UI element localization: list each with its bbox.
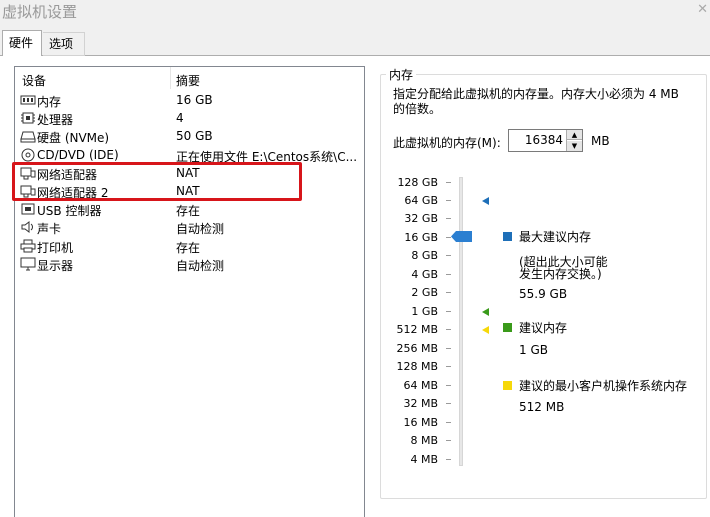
device-name: CD/DVD (IDE) xyxy=(37,147,119,162)
column-divider[interactable] xyxy=(170,67,171,89)
scale-tick xyxy=(446,440,451,441)
device-summary: 16 GB xyxy=(176,93,213,107)
scale-label: 32 MB xyxy=(403,397,438,410)
device-list[interactable]: 设备 摘要 内存 16 GB 处理器 4 硬盘 (NVMe) 50 GB CD/… xyxy=(14,66,365,517)
device-name: 内存 xyxy=(37,95,62,109)
device-summary: 自动检测 xyxy=(176,258,225,273)
scale-tick xyxy=(446,311,451,312)
device-summary: 存在 xyxy=(176,204,201,219)
device-summary: 自动检测 xyxy=(176,222,225,237)
device-row-disk[interactable]: 硬盘 (NVMe) 50 GB xyxy=(15,127,364,145)
scale-label: 16 GB xyxy=(404,231,438,244)
device-name: USB 控制器 xyxy=(37,204,102,219)
legend-max-value: 55.9 GB xyxy=(519,287,568,301)
device-name: 声卡 xyxy=(37,222,62,237)
scale-tick xyxy=(446,255,451,256)
spin-down-button[interactable]: ▼ xyxy=(567,141,582,151)
memory-unit: MB xyxy=(591,134,610,148)
scale-tick xyxy=(446,329,451,330)
device-name: 硬盘 (NVMe) xyxy=(37,131,110,146)
device-name: 处理器 xyxy=(37,113,74,128)
legend-recommended-value: 1 GB xyxy=(519,343,548,357)
highlight-box xyxy=(12,162,302,201)
scale-label: 256 MB xyxy=(396,342,438,355)
legend-max-title: 最大建议内存 xyxy=(519,230,592,244)
memory-value-input[interactable]: 16384 xyxy=(525,133,563,147)
scale-label: 128 GB xyxy=(397,176,438,189)
printer-icon xyxy=(20,239,36,252)
scale-label: 2 GB xyxy=(411,286,438,299)
speaker-icon xyxy=(21,221,33,234)
close-icon[interactable]: ✕ xyxy=(697,2,708,17)
usb-icon xyxy=(21,203,35,215)
scale-tick xyxy=(446,459,451,460)
scale-label: 512 MB xyxy=(396,323,438,336)
tab-options[interactable]: 选项 xyxy=(43,32,85,56)
scale-label: 32 GB xyxy=(404,212,438,225)
legend-min-guest-title: 建议的最小客户机操作系统内存 xyxy=(519,379,688,393)
device-row-display[interactable]: 显示器 自动检测 xyxy=(15,255,364,273)
device-name: 打印机 xyxy=(37,240,74,255)
scale-label: 16 MB xyxy=(403,416,438,429)
scale-tick xyxy=(446,200,451,201)
window-title: 虚拟机设置 xyxy=(2,3,78,21)
device-summary: 50 GB xyxy=(176,129,213,144)
memory-icon xyxy=(20,95,36,105)
list-header: 设备 摘要 xyxy=(15,67,364,89)
spin-up-button[interactable]: ▲ xyxy=(567,130,582,140)
scale-label: 4 MB xyxy=(410,453,438,466)
legend-min-guest-swatch xyxy=(503,381,512,390)
memory-field-label: 此虚拟机的内存(M): xyxy=(393,136,501,150)
memory-spinbox[interactable]: 16384 ▲ ▼ xyxy=(508,129,583,152)
scale-tick xyxy=(446,348,451,349)
spin-buttons: ▲ ▼ xyxy=(566,130,582,151)
scale-tick xyxy=(446,274,451,275)
scale-label: 8 GB xyxy=(411,249,438,262)
legend-max-note: 发生内存交换。) xyxy=(519,267,602,281)
tab-hardware[interactable]: 硬件 xyxy=(2,30,42,56)
scale-label: 1 GB xyxy=(411,305,438,318)
device-row-sound-card[interactable]: 声卡 自动检测 xyxy=(15,218,364,236)
device-row-printer[interactable]: 打印机 存在 xyxy=(15,237,364,255)
scale-label: 4 GB xyxy=(411,268,438,281)
scale-label: 64 GB xyxy=(404,194,438,207)
legend-min-guest-value: 512 MB xyxy=(519,400,565,414)
legend-max-swatch xyxy=(503,232,512,241)
device-row-memory[interactable]: 内存 16 GB xyxy=(15,91,364,109)
memory-slider-track[interactable] xyxy=(459,177,463,466)
min-guest-marker xyxy=(482,326,489,334)
device-summary: 4 xyxy=(176,111,184,126)
scale-tick xyxy=(446,422,451,423)
scale-tick xyxy=(446,182,451,183)
scale-tick xyxy=(446,218,451,219)
scale-tick xyxy=(446,366,451,367)
memory-slider-thumb[interactable] xyxy=(451,231,472,242)
scale-tick xyxy=(446,385,451,386)
max-recommended-marker xyxy=(482,197,489,205)
column-header-device[interactable]: 设备 xyxy=(22,72,46,89)
scale-label: 64 MB xyxy=(403,379,438,392)
scale-tick xyxy=(446,403,451,404)
memory-group-label: 内存 xyxy=(386,66,417,83)
device-name: 显示器 xyxy=(37,258,74,273)
scale-label: 128 MB xyxy=(396,360,438,373)
column-header-summary[interactable]: 摘要 xyxy=(176,72,200,89)
legend-recommended-title: 建议内存 xyxy=(519,321,568,335)
device-summary: 存在 xyxy=(176,240,201,255)
recommended-marker xyxy=(482,308,489,316)
monitor-icon xyxy=(20,257,36,271)
device-row-usb-controller[interactable]: USB 控制器 存在 xyxy=(15,200,364,218)
memory-description: 指定分配给此虚拟机的内存量。内存大小必须为 4 MB 的倍数。 xyxy=(393,87,679,116)
cpu-icon xyxy=(21,112,35,124)
scale-label: 8 MB xyxy=(410,434,438,447)
disk-icon xyxy=(20,131,36,143)
scale-tick xyxy=(446,292,451,293)
device-row-processor[interactable]: 处理器 4 xyxy=(15,109,364,127)
cd-icon xyxy=(21,148,35,162)
legend-recommended-swatch xyxy=(503,323,512,332)
